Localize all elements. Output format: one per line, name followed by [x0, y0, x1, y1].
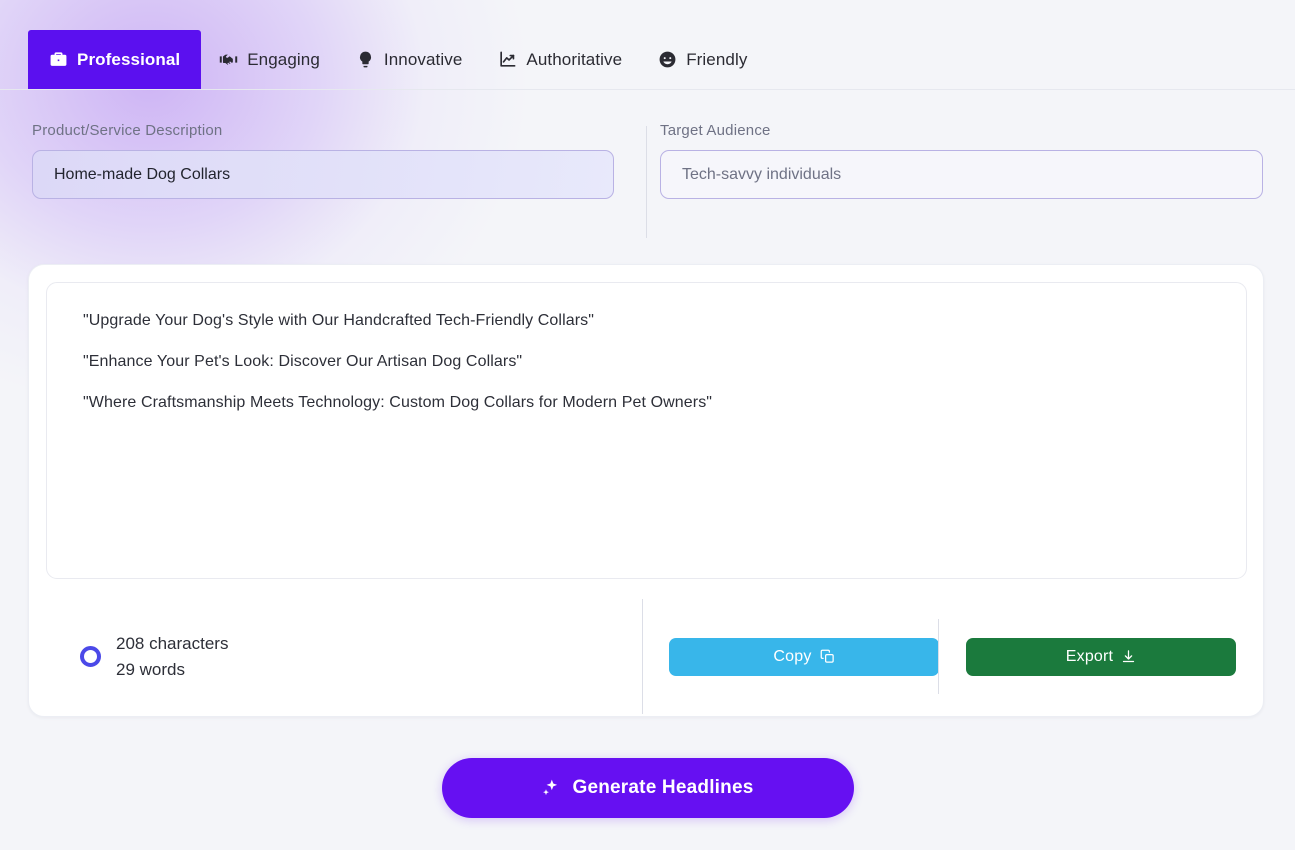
word-count: 29 words — [116, 659, 185, 679]
buttons-vertical-divider — [938, 619, 939, 694]
page-root: Professional Engaging Innovative Authori… — [0, 0, 1295, 850]
footer-vertical-divider — [642, 599, 643, 714]
smiley-icon — [658, 50, 677, 69]
results-card: "Upgrade Your Dog's Style with Our Handc… — [28, 264, 1264, 717]
export-button-label: Export — [1065, 647, 1114, 665]
character-count: 208 characters — [116, 633, 229, 653]
actions-group: Copy Export — [642, 595, 1265, 718]
generated-headlines-textarea[interactable]: "Upgrade Your Dog's Style with Our Handc… — [46, 282, 1247, 579]
progress-ring-icon — [80, 646, 101, 667]
tab-engaging[interactable]: Engaging — [201, 30, 338, 89]
input-fields-row: Product/Service Description Target Audie… — [0, 122, 1295, 242]
audience-field-group: Target Audience — [646, 122, 1295, 242]
chart-line-icon — [498, 50, 517, 69]
product-field-label: Product/Service Description — [32, 122, 223, 139]
generate-button-wrap: Generate Headlines — [0, 758, 1295, 818]
headline-line: "Enhance Your Pet's Look: Discover Our A… — [83, 353, 523, 370]
copy-icon — [820, 649, 835, 664]
product-description-input[interactable] — [32, 150, 614, 199]
stats-text: 208 characters 29 words — [116, 631, 228, 683]
card-footer: 208 characters 29 words Copy Export — [29, 595, 1265, 718]
product-field-group: Product/Service Description — [0, 122, 646, 242]
fields-vertical-divider — [646, 126, 647, 238]
tab-label: Professional — [77, 49, 181, 69]
export-button[interactable]: Export — [966, 637, 1236, 676]
generate-button-label: Generate Headlines — [572, 777, 754, 798]
tab-professional[interactable]: Professional — [28, 30, 202, 89]
sparkles-icon — [541, 778, 561, 798]
briefcase-icon — [49, 50, 68, 69]
tab-label: Authoritative — [526, 49, 623, 69]
tab-label: Friendly — [686, 49, 748, 69]
tab-innovative[interactable]: Innovative — [338, 30, 481, 89]
headline-line: "Where Craftsmanship Meets Technology: C… — [83, 394, 713, 411]
audience-field-label: Target Audience — [660, 122, 771, 139]
generate-headlines-button[interactable]: Generate Headlines — [441, 758, 854, 818]
target-audience-input[interactable] — [660, 150, 1263, 199]
download-icon — [1121, 649, 1136, 664]
copy-button-label: Copy — [773, 647, 812, 665]
tab-friendly[interactable]: Friendly — [640, 30, 765, 89]
handshake-icon — [219, 50, 238, 69]
tab-label: Engaging — [247, 49, 320, 69]
tone-tabbar: Professional Engaging Innovative Authori… — [0, 0, 1295, 90]
headline-line: "Upgrade Your Dog's Style with Our Handc… — [83, 312, 595, 329]
copy-button[interactable]: Copy — [669, 637, 939, 676]
stats-group: 208 characters 29 words — [29, 595, 642, 718]
tab-label: Innovative — [383, 49, 463, 69]
lightbulb-icon — [356, 50, 375, 69]
tab-authoritative[interactable]: Authoritative — [480, 30, 640, 89]
